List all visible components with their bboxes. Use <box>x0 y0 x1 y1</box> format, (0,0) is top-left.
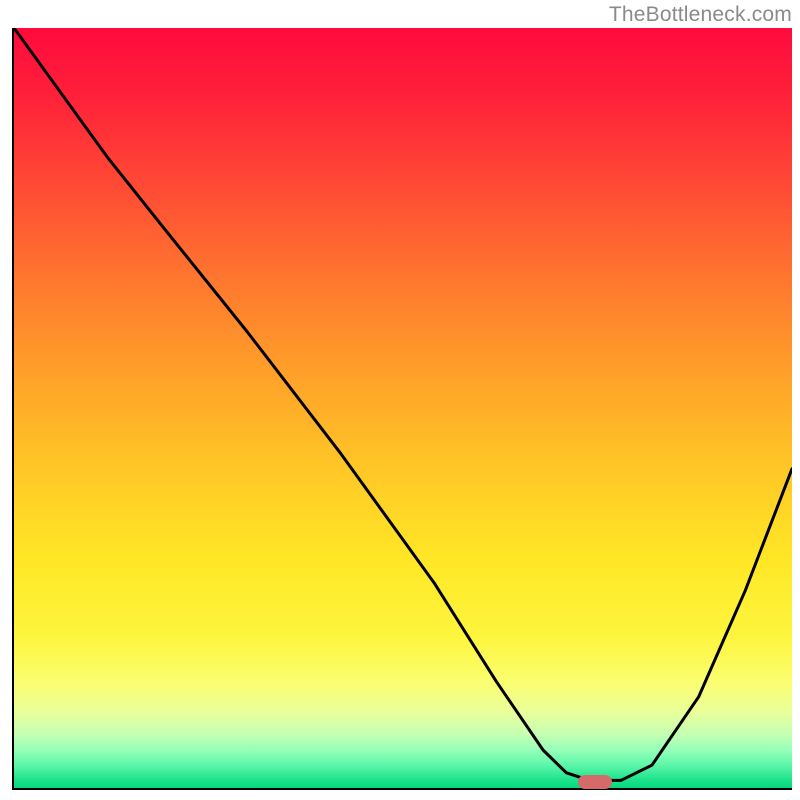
watermark-text: TheBottleneck.com <box>609 3 792 27</box>
chart-frame: TheBottleneck.com <box>0 0 800 800</box>
curve-path <box>14 28 792 780</box>
plot-area <box>12 28 792 790</box>
curve-line <box>14 28 792 788</box>
optimal-marker <box>578 775 612 789</box>
